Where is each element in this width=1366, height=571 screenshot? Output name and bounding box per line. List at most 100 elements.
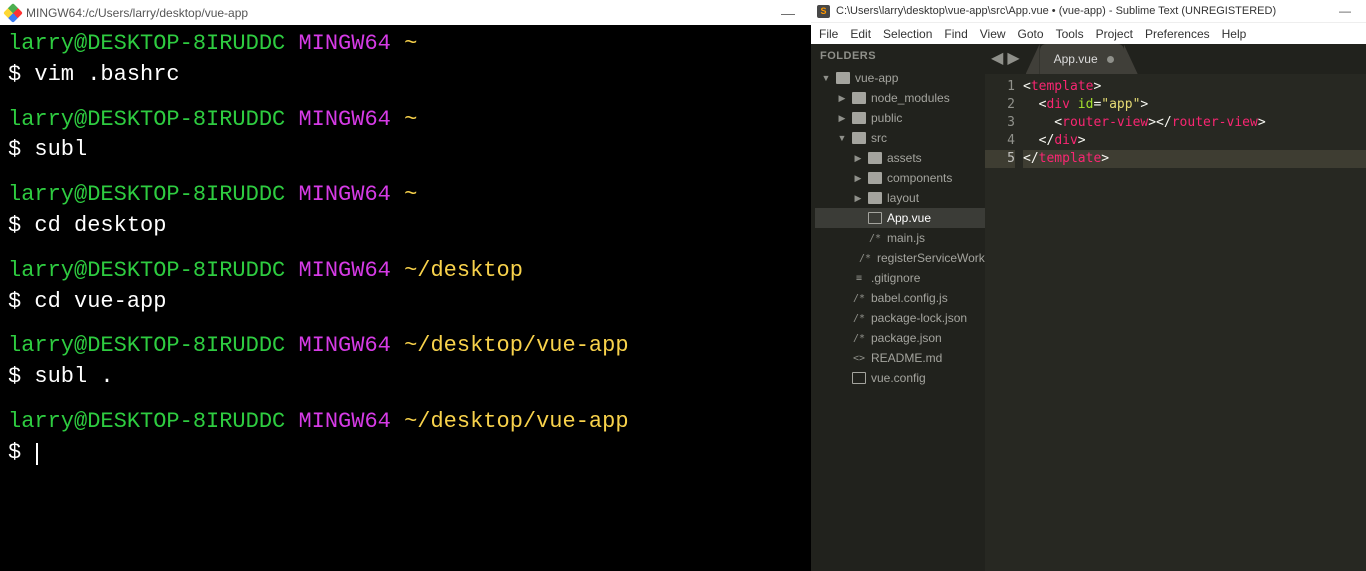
menu-tools[interactable]: Tools: [1056, 27, 1084, 41]
sublime-icon: [817, 5, 830, 18]
code-line[interactable]: </div>: [1023, 132, 1366, 150]
editor[interactable]: 12345 <template> <div id="app"> <router-…: [985, 74, 1366, 571]
code-line[interactable]: <div id="app">: [1023, 96, 1366, 114]
tree-item-assets[interactable]: ▶ assets: [815, 148, 985, 168]
tree-label: components: [887, 171, 952, 185]
minimize-button[interactable]: —: [771, 5, 805, 21]
menubar: File Edit Selection Find View Goto Tools Projec…: [811, 22, 1366, 44]
prompt-block: larry@DESKTOP-8IRUDDC MINGW64 ~/desktop/…: [8, 407, 803, 469]
prompt-block: larry@DESKTOP-8IRUDDC MINGW64 ~$ cd desk…: [8, 180, 803, 242]
sidebar: FOLDERS ▼vue-app▶node_modules▶public▼src…: [811, 44, 985, 571]
tree-label: vue.config: [871, 371, 926, 385]
chevron-down-icon: ▼: [837, 133, 847, 143]
sublime-titlebar[interactable]: C:\Users\larry\desktop\vue-app\src\App.v…: [811, 0, 1366, 22]
tab-app-vue[interactable]: App.vue: [1040, 44, 1124, 74]
comment-icon: /*: [852, 332, 866, 344]
line-number: 2: [985, 96, 1015, 114]
menu-find[interactable]: Find: [944, 27, 967, 41]
chevron-down-icon: ▼: [821, 73, 831, 83]
comment-icon: /*: [868, 232, 882, 244]
prompt-block: larry@DESKTOP-8IRUDDC MINGW64 ~$ vim .ba…: [8, 29, 803, 91]
menu-selection[interactable]: Selection: [883, 27, 932, 41]
tree-label: babel.config.js: [871, 291, 948, 305]
dirty-indicator-icon: [1107, 56, 1114, 63]
tree-label: README.md: [871, 351, 942, 365]
folder-icon: [852, 112, 866, 124]
tree-item-package-json[interactable]: /* package.json: [815, 328, 985, 348]
tree-item--gitignore[interactable]: ≡ .gitignore: [815, 268, 985, 288]
chevron-right-icon: ▶: [837, 113, 847, 124]
terminal-titlebar[interactable]: MINGW64:/c/Users/larry/desktop/vue-app —: [0, 0, 811, 25]
folder-icon: [836, 72, 850, 84]
menu-file[interactable]: File: [819, 27, 838, 41]
menu-preferences[interactable]: Preferences: [1145, 27, 1210, 41]
sublime-window: C:\Users\larry\desktop\vue-app\src\App.v…: [811, 0, 1366, 571]
tab-next-icon[interactable]: ▶: [1007, 48, 1019, 68]
tree-item-babel-config-js[interactable]: /* babel.config.js: [815, 288, 985, 308]
folder-icon: [852, 132, 866, 144]
folder-icon: [868, 152, 882, 164]
tree-item-package-lock-json[interactable]: /* package-lock.json: [815, 308, 985, 328]
menu-help[interactable]: Help: [1222, 27, 1247, 41]
tree-label: layout: [887, 191, 919, 205]
file-icon: [852, 372, 866, 384]
code-line[interactable]: </template>: [1023, 150, 1366, 168]
tab-bar: ◀ ▶ App.vue: [985, 44, 1366, 74]
chevron-right-icon: ▶: [853, 193, 863, 204]
tree-item-readme-md[interactable]: <> README.md: [815, 348, 985, 368]
list-icon: ≡: [852, 272, 866, 284]
folder-tree: ▼vue-app▶node_modules▶public▼src▶assets▶…: [811, 68, 985, 388]
comment-icon: /*: [852, 292, 866, 304]
line-number-gutter: 12345: [985, 74, 1023, 571]
tree-item-vue-config[interactable]: vue.config: [815, 368, 985, 388]
prompt-block: larry@DESKTOP-8IRUDDC MINGW64 ~/desktop/…: [8, 331, 803, 393]
menu-edit[interactable]: Edit: [850, 27, 871, 41]
tab-label: App.vue: [1054, 52, 1098, 66]
menu-goto[interactable]: Goto: [1018, 27, 1044, 41]
minimize-button[interactable]: —: [1330, 4, 1360, 18]
tree-label: package.json: [871, 331, 942, 345]
file-icon: [868, 212, 882, 224]
code-area[interactable]: <template> <div id="app"> <router-view><…: [1023, 74, 1366, 571]
tree-label: .gitignore: [871, 271, 920, 285]
angle-icon: <>: [852, 352, 866, 364]
tree-label: package-lock.json: [871, 311, 967, 325]
editor-area: ◀ ▶ App.vue 12345 <template> <div id="ap…: [985, 44, 1366, 571]
tree-label: main.js: [887, 231, 925, 245]
tree-item-components[interactable]: ▶ components: [815, 168, 985, 188]
terminal-window: MINGW64:/c/Users/larry/desktop/vue-app —…: [0, 0, 811, 571]
terminal-body[interactable]: larry@DESKTOP-8IRUDDC MINGW64 ~$ vim .ba…: [0, 25, 811, 571]
tree-root[interactable]: ▼ vue-app: [815, 68, 985, 88]
comment-icon: /*: [852, 312, 866, 324]
tree-item-registerserviceworker-js[interactable]: /* registerServiceWorker.js: [815, 248, 985, 268]
code-line[interactable]: <router-view></router-view>: [1023, 114, 1366, 132]
mingw-icon: [3, 3, 23, 23]
comment-icon: /*: [858, 252, 872, 264]
tree-item-app-vue[interactable]: App.vue: [815, 208, 985, 228]
line-number: 5: [985, 150, 1015, 168]
tree-label: public: [871, 111, 902, 125]
tree-label: assets: [887, 151, 922, 165]
prompt-block: larry@DESKTOP-8IRUDDC MINGW64 ~$ subl: [8, 105, 803, 167]
tree-item-public[interactable]: ▶ public: [815, 108, 985, 128]
tree-item-layout[interactable]: ▶ layout: [815, 188, 985, 208]
line-number: 3: [985, 114, 1015, 132]
tree-label: registerServiceWorker.js: [877, 251, 985, 265]
chevron-right-icon: ▶: [853, 173, 863, 184]
menu-view[interactable]: View: [980, 27, 1006, 41]
line-number: 4: [985, 132, 1015, 150]
chevron-right-icon: ▶: [853, 153, 863, 164]
tree-item-main-js[interactable]: /* main.js: [815, 228, 985, 248]
chevron-right-icon: ▶: [837, 93, 847, 104]
code-line[interactable]: <template>: [1023, 78, 1366, 96]
folder-icon: [868, 172, 882, 184]
tree-item-src[interactable]: ▼src: [815, 128, 985, 148]
line-number: 1: [985, 78, 1015, 96]
tree-item-node-modules[interactable]: ▶node_modules: [815, 88, 985, 108]
tree-label: vue-app: [855, 71, 898, 85]
prompt-block: larry@DESKTOP-8IRUDDC MINGW64 ~/desktop$…: [8, 256, 803, 318]
tree-label: App.vue: [887, 211, 931, 225]
tab-prev-icon[interactable]: ◀: [991, 48, 1003, 68]
folder-icon: [852, 92, 866, 104]
menu-project[interactable]: Project: [1096, 27, 1133, 41]
